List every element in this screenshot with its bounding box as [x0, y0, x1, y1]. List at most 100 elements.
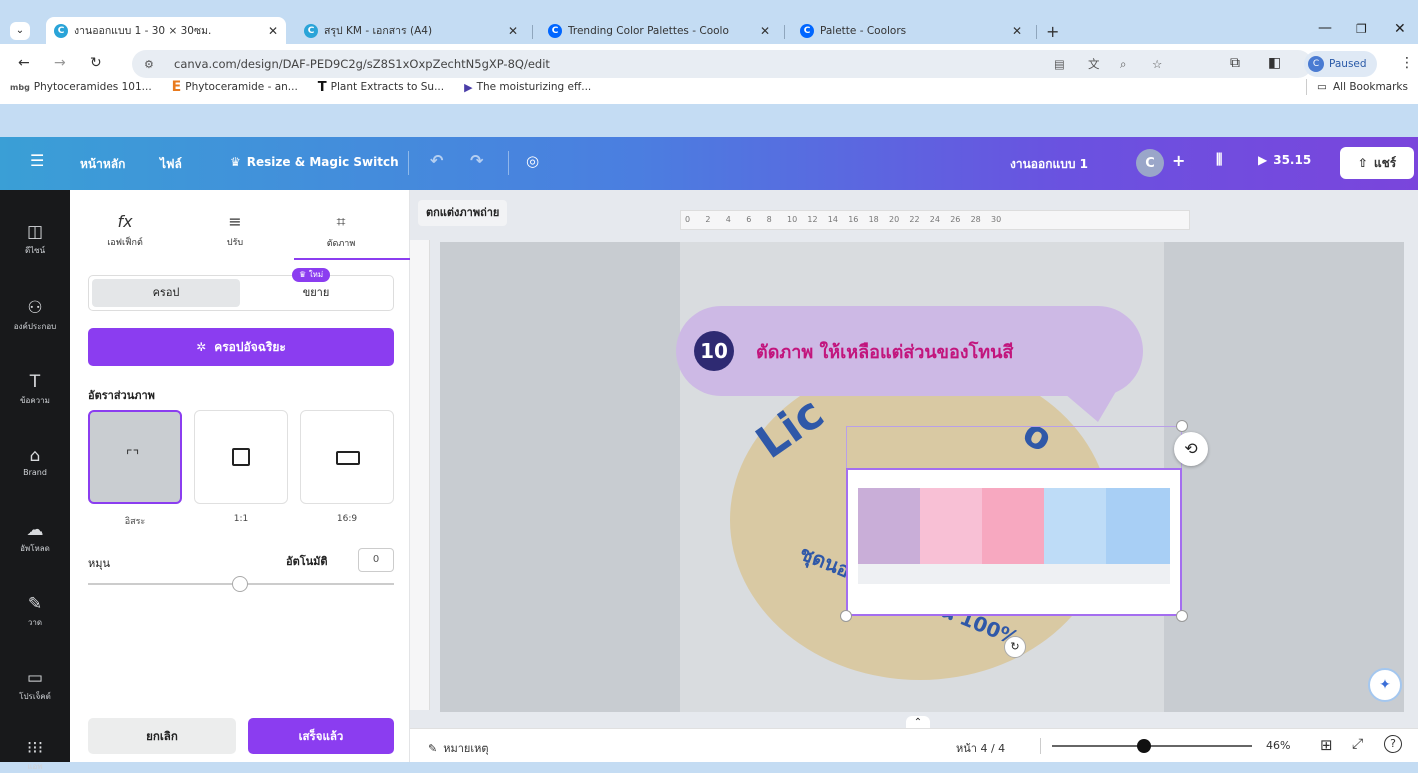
rail-projects[interactable]: ▭ โปรเจ็คต์ [0, 668, 70, 703]
sliders-icon: ≡ [228, 212, 242, 231]
tab-search-button[interactable]: ⌄ [10, 22, 30, 40]
footer-divider [1040, 738, 1041, 754]
new-tab-button[interactable]: + [1046, 22, 1059, 41]
tab-adjust[interactable]: ≡ ปรับ [200, 212, 270, 249]
tab-coolors-palette[interactable]: C Palette - Coolors ✕ [792, 17, 1030, 44]
menu-file[interactable]: ไฟล์ [160, 155, 182, 174]
magic-assistant-icon[interactable]: ✦ [1368, 668, 1402, 702]
rotate-handle-icon[interactable]: ↻ [1004, 636, 1026, 658]
tab-effects[interactable]: fx เอฟเฟ็กต์ [90, 212, 160, 249]
rail-design[interactable]: ◫ ดีไซน์ [0, 222, 70, 257]
bookmark-item[interactable]: ▶ The moisturizing eff... [464, 81, 591, 94]
all-bookmarks-label: All Bookmarks [1332, 81, 1408, 93]
bookmark-item[interactable]: T Plant Extracts to Su... [318, 80, 444, 95]
ratio-label: 1:1 [233, 514, 249, 524]
share-button[interactable]: ⇧ แชร์ [1340, 147, 1414, 179]
forward-icon[interactable]: → [54, 55, 66, 71]
crop-handle[interactable] [840, 610, 852, 622]
header-divider [408, 151, 409, 175]
coolors-icon: C [548, 23, 562, 38]
zoom-level[interactable]: 46% [1266, 739, 1290, 752]
bookmark-item[interactable]: E Phytoceramide - an... [172, 79, 298, 95]
cancel-button[interactable]: ยกเลิก [88, 718, 236, 754]
reload-icon[interactable]: ↻ [90, 55, 102, 71]
bookmark-label: Phytoceramides 101... [33, 81, 152, 93]
rail-brand[interactable]: ⌂ Brand [0, 446, 70, 477]
rotate-value-input[interactable]: 0 [358, 548, 394, 572]
menu-kebab-icon[interactable]: ⋮ [1400, 55, 1414, 71]
brand-icon: ⌂ [29, 446, 41, 466]
zoom-slider-track[interactable] [1052, 745, 1252, 747]
tab-crop[interactable]: ⌗ ตัดภาพ [306, 212, 376, 250]
hamburger-icon[interactable]: ☰ [30, 151, 44, 170]
all-bookmarks[interactable]: ▭ All Bookmarks [1317, 81, 1408, 93]
rotate-slider-handle[interactable] [232, 576, 248, 592]
notes-button[interactable]: ✎ หมายเหตุ [428, 739, 489, 757]
rail-apps[interactable]: ⁝⁝⁝ แอพ [0, 738, 70, 773]
seg-crop[interactable]: ครอป [92, 279, 240, 307]
design-name[interactable]: งานออกแบบ 1 [1010, 155, 1088, 174]
bookmark-star-icon[interactable]: ☆ [1152, 57, 1162, 71]
mbg-icon: mbg [10, 82, 30, 92]
rail-draw[interactable]: ✎ วาด [0, 594, 70, 629]
close-icon[interactable]: ✕ [760, 24, 770, 38]
crop-handle[interactable] [1176, 610, 1188, 622]
magic-crop-button[interactable]: ✲ ครอปอัจฉริยะ [88, 328, 394, 366]
sidepanel-icon[interactable]: ◧ [1268, 55, 1281, 71]
palette-swatch [920, 488, 982, 564]
svg-text:Lic: Lic [747, 388, 833, 469]
site-info-icon[interactable]: ⚙ [144, 58, 154, 71]
palette-image[interactable] [846, 468, 1182, 616]
add-collaborator-icon[interactable]: + [1172, 151, 1185, 170]
rail-text[interactable]: T ข้อความ [0, 372, 70, 407]
page-indicator[interactable]: หน้า 4 / 4 [956, 739, 1005, 757]
tab-label: เอฟเฟ็กต์ [107, 238, 143, 248]
clipboard-icon[interactable]: ▤ [1054, 57, 1065, 71]
ratio-16-9[interactable] [300, 410, 394, 504]
window-close-icon[interactable]: ✕ [1394, 21, 1406, 37]
tab-title: งานออกแบบ 1 - 30 × 30ซม. [74, 25, 212, 37]
close-icon[interactable]: ✕ [268, 24, 278, 38]
bookmark-item[interactable]: mbg Phytoceramides 101... [10, 81, 152, 93]
close-icon[interactable]: ✕ [508, 24, 518, 38]
analytics-icon[interactable]: ⫼ [1216, 152, 1222, 168]
ruler-tick-label: 18 [868, 215, 879, 224]
zoom-slider-handle[interactable] [1137, 739, 1151, 753]
rail-elements[interactable]: ⚇ องค์ประกอบ [0, 298, 70, 333]
rail-upload[interactable]: ☁ อัพโหลด [0, 520, 70, 555]
done-button[interactable]: เสร็จแล้ว [248, 718, 394, 754]
browser-toolbar: ← → ↻ ⚙ canva.com/design/DAF-PED9C2g/sZ8… [0, 44, 1418, 104]
ai-edit-icon[interactable]: ⟲ [1174, 432, 1208, 466]
cloud-save-icon[interactable]: ◎ [526, 152, 539, 170]
back-icon[interactable]: ← [18, 55, 30, 71]
rail-label: Brand [23, 468, 47, 477]
tab-km-doc[interactable]: C สรุป KM - เอกสาร (A4) ✕ [296, 17, 526, 44]
palette-swatch [1106, 488, 1170, 564]
ratio-1-1[interactable] [194, 410, 288, 504]
close-icon[interactable]: ✕ [1012, 24, 1022, 38]
upload-share-icon: ⇧ [1357, 156, 1368, 170]
redo-icon[interactable]: ↷ [470, 151, 483, 170]
undo-icon[interactable]: ↶ [430, 151, 443, 170]
seg-expand[interactable]: ขยาย [242, 279, 390, 307]
help-icon[interactable]: ? [1384, 735, 1402, 753]
ratio-free[interactable]: ⌜⌝ [88, 410, 182, 504]
auto-label[interactable]: อัตโนมัติ [286, 552, 328, 570]
step-number: 10 [694, 331, 734, 371]
crop-handle[interactable] [1176, 420, 1188, 432]
collaborator-avatar[interactable]: C [1136, 149, 1164, 177]
edit-photo-chip[interactable]: ตกแต่งภาพถ่าย [418, 200, 508, 226]
tab-canva-design[interactable]: C งานออกแบบ 1 - 30 × 30ซม. ✕ [46, 17, 286, 44]
minimize-icon[interactable]: — [1318, 20, 1332, 36]
extensions-icon[interactable]: ⧉ [1230, 55, 1240, 71]
tab-coolors-trending[interactable]: C Trending Color Palettes - Coolo ✕ [540, 17, 778, 44]
present-button[interactable]: ▶ 35.15 [1258, 153, 1311, 167]
menu-home[interactable]: หน้าหลัก [80, 155, 125, 174]
horizontal-ruler: 0 2 4 6 8 10 12 14 16 18 20 22 24 26 28 30 [680, 210, 1190, 230]
vertical-ruler [410, 240, 430, 710]
restore-icon[interactable]: ❐ [1356, 22, 1367, 36]
grid-view-icon[interactable]: ⊞ [1320, 736, 1333, 754]
menu-resize[interactable]: ♛ Resize & Magic Switch [230, 155, 399, 169]
fullscreen-icon[interactable]: ⤢ [1352, 736, 1363, 752]
sparkle-icon: ✲ [196, 340, 207, 354]
